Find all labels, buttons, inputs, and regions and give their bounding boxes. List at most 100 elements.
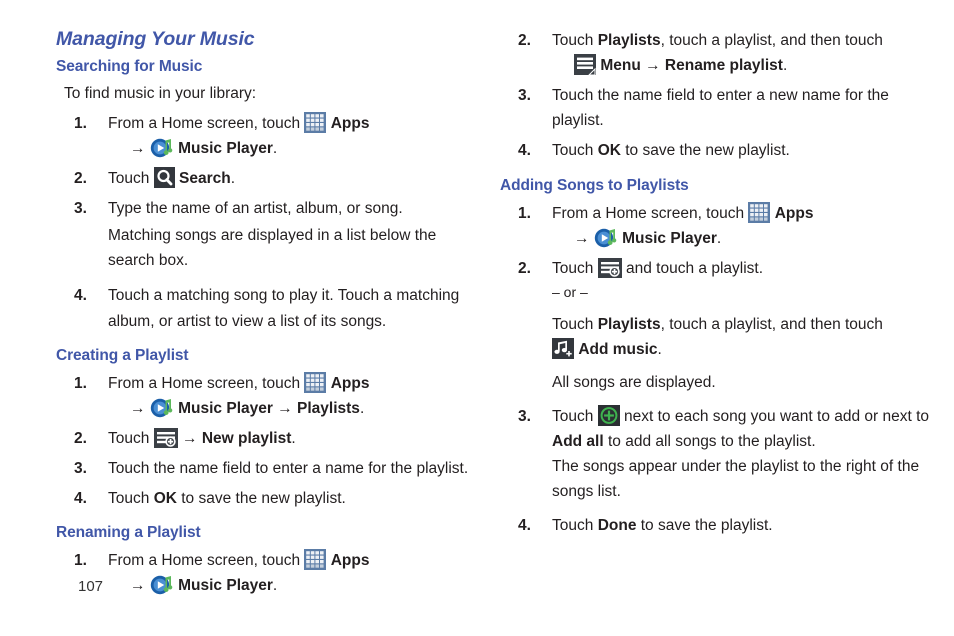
search-icon-svg [153, 167, 175, 189]
step-line: Touch OK to save the new playlist. [108, 486, 486, 511]
period: . [272, 139, 278, 157]
step-line: From a Home screen, touch Apps [108, 111, 486, 136]
steps-renaming-a-playlist: 1. From a Home screen, touch Apps → Musi… [56, 548, 486, 598]
step-number: 3. [74, 200, 87, 218]
step-text: Touch [552, 32, 594, 49]
list-item: 4. Touch OK to save the new playlist. [500, 138, 940, 163]
step-subline: → Music Player → Playlists. [108, 396, 486, 421]
list-item: 3. Type the name of an artist, album, or… [56, 196, 486, 273]
step-subline: → Music Player. [552, 226, 940, 251]
music-player-label: Music Player [178, 577, 273, 595]
step-text: Touch [108, 490, 150, 508]
period: . [230, 170, 236, 188]
steps-searching-for-music: 1. From a Home screen, touch Apps → Musi… [56, 111, 486, 334]
apps-grid-icon [304, 111, 327, 133]
list-item: 3. Touch the name field to enter a name … [56, 456, 486, 481]
step-line: From a Home screen, touch Apps [108, 548, 486, 573]
lead-text-find-music: To find music in your library: [64, 85, 257, 102]
list-item: 4. Touch OK to save the new playlist. [56, 486, 486, 511]
step-line: Touch and touch a playlist. [552, 256, 940, 281]
step-text: Touch the name field to enter a new name… [552, 87, 889, 130]
period: . [359, 399, 365, 417]
apps-grid-icon-svg [304, 549, 327, 571]
steps-renaming-a-playlist-continued: 2. Touch Playlists, touch a playlist, an… [500, 28, 940, 164]
music-player-label: Music Player [178, 399, 273, 417]
step-text: Touch [552, 259, 594, 277]
apps-grid-icon-svg [748, 201, 771, 223]
step-number: 3. [518, 87, 531, 105]
step-text: From a Home screen, touch [108, 114, 301, 132]
add-playlist-icon [597, 257, 622, 278]
music-player-icon [150, 397, 174, 419]
manual-page: Managing Your Music Searching for Music … [0, 0, 954, 636]
music-player-icon-svg [150, 398, 173, 417]
add-all-label: Add all [552, 432, 604, 450]
apps-grid-icon [748, 201, 771, 223]
step-text-tail: to save the new playlist. [625, 142, 790, 160]
step-line: Touch Done to save the playlist. [552, 513, 940, 538]
step-line: Touch Search. [108, 166, 486, 191]
step-number: 4. [74, 490, 87, 508]
search-label: Search [179, 170, 231, 188]
period: . [782, 57, 788, 75]
arrow-glyph: → [645, 57, 661, 75]
step-line: From a Home screen, touch Apps [108, 371, 486, 396]
step-subline: → Music Player. [108, 136, 486, 161]
left-column: Managing Your Music Searching for Music … [56, 28, 486, 603]
step-text-tail: and touch a playlist. [626, 259, 764, 277]
steps-creating-a-playlist: 1. From a Home screen, touch Apps → Musi… [56, 371, 486, 512]
period: . [716, 229, 722, 247]
step-text: From a Home screen, touch [552, 204, 745, 222]
step-text: Touch a matching song to play it. Touch … [108, 287, 460, 330]
step-text-tail: to save the new playlist. [181, 490, 346, 508]
period: . [272, 577, 278, 595]
menu-label: Menu [600, 57, 641, 75]
step-number: 3. [74, 460, 87, 477]
step-text-tail-2: to add all songs to the playlist. [607, 432, 816, 450]
ok-label: OK [597, 142, 621, 160]
apps-grid-icon [304, 371, 327, 393]
list-item: 2. Touch Search. [56, 166, 486, 191]
green-plus-icon [597, 404, 620, 426]
or-separator: – or – [552, 283, 588, 300]
right-column: 2. Touch Playlists, touch a playlist, an… [500, 28, 940, 543]
arrow-glyph: → [182, 429, 198, 447]
add-playlist-icon [153, 427, 178, 448]
step-note: Matching songs are displayed in a list b… [108, 227, 437, 270]
add-music-icon-svg [552, 337, 574, 359]
music-player-icon-svg [150, 576, 173, 595]
step-text-tail: , touch a playlist, and then touch [660, 315, 883, 333]
step-text-tail: to save the playlist. [640, 517, 773, 535]
step-text: Touch the name field to enter a name for… [108, 460, 469, 477]
alternate-step-line: Touch Playlists, touch a playlist, and t… [552, 312, 940, 337]
step-number: 2. [74, 429, 87, 447]
step-number: 2. [74, 170, 87, 188]
step-text: Type the name of an artist, album, or so… [108, 200, 403, 218]
ok-label: OK [153, 490, 177, 508]
step-number: 4. [74, 287, 87, 305]
music-player-icon-svg [594, 228, 617, 247]
step-text: From a Home screen, touch [108, 374, 301, 392]
step-text: Touch [108, 170, 150, 188]
period: . [291, 429, 296, 447]
list-item: 1. From a Home screen, touch Apps → Musi… [500, 201, 940, 251]
rename-playlist-label: Rename playlist [664, 57, 783, 75]
apps-label: Apps [330, 552, 370, 570]
add-music-line: Add music. [552, 337, 940, 362]
done-label: Done [597, 517, 637, 535]
music-player-label: Music Player [622, 229, 717, 247]
step-text: Touch [552, 407, 594, 425]
step-text-tail: next to each song you want to add or nex… [624, 407, 930, 425]
apps-label: Apps [774, 204, 814, 222]
arrow-glyph: → [130, 399, 146, 417]
step-number: 1. [74, 374, 87, 392]
list-item: 1. From a Home screen, touch Apps → Musi… [56, 371, 486, 421]
step-text-tail: , touch a playlist, and then touch [660, 32, 883, 49]
list-item: 2. Touch → New playlist. [56, 426, 486, 451]
list-item: 4. Touch a matching song to play it. Tou… [56, 283, 486, 333]
step-number: 4. [518, 142, 531, 160]
music-player-icon [150, 574, 174, 596]
step-text: Touch [108, 429, 150, 447]
chapter-title: Managing Your Music [56, 28, 255, 50]
step-number: 1. [74, 114, 87, 132]
